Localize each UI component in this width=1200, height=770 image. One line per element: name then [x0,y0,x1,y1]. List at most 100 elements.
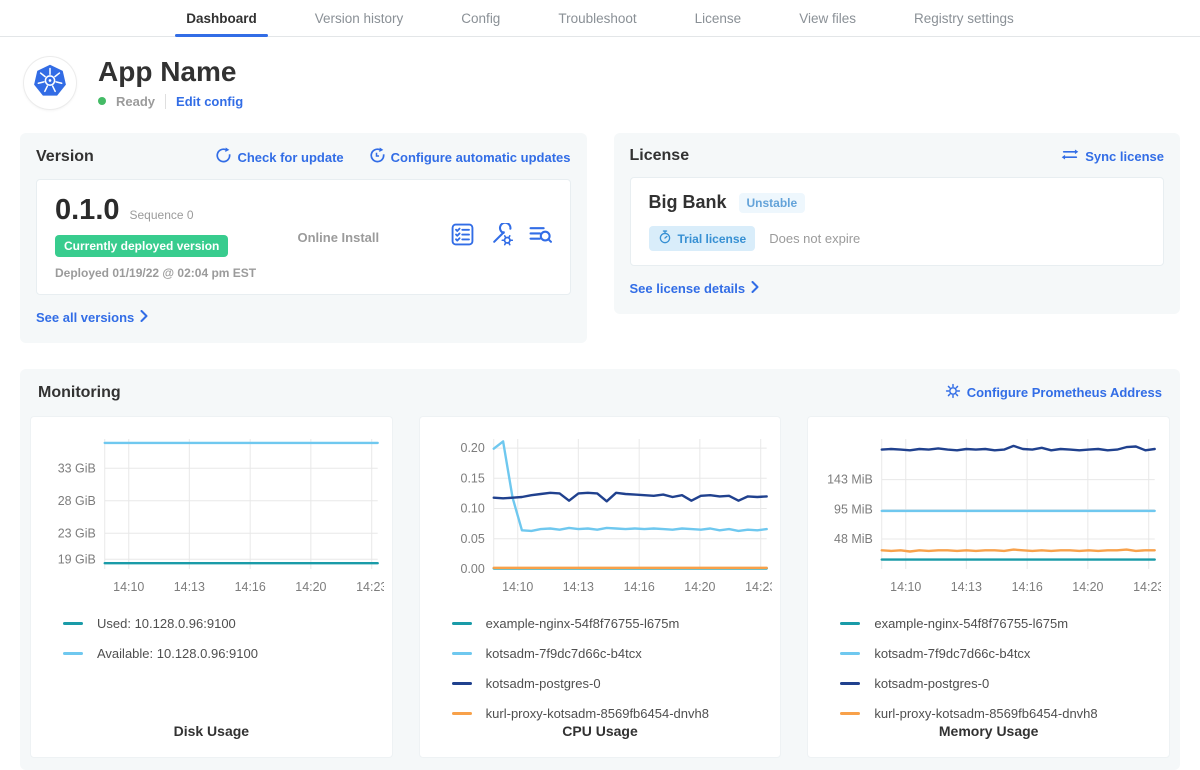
legend-item: kurl-proxy-kotsadm-8569fb6454-dnvh8 [840,706,1161,721]
legend-item: Used: 10.128.0.96:9100 [63,616,384,631]
svg-text:28 GiB: 28 GiB [58,494,96,508]
legend-item: kotsadm-7f9dc7d66c-b4tcx [452,646,773,661]
svg-text:14:10: 14:10 [891,580,922,594]
app-header: App Name Ready Edit config [0,37,1200,125]
license-summary: Big Bank Unstable Trial license Do [630,177,1165,266]
version-card: Version Check for update [20,133,587,343]
svg-text:33 GiB: 33 GiB [58,461,96,475]
series-swatch [452,712,472,715]
configure-prometheus-link[interactable]: Configure Prometheus Address [945,383,1162,402]
tab-version-history[interactable]: Version history [304,0,415,36]
svg-text:23 GiB: 23 GiB [58,526,96,540]
legend-item: kotsadm-postgres-0 [452,676,773,691]
series-swatch [452,682,472,685]
license-name: Big Bank [649,192,727,213]
disk-usage-chart: 33 GiB28 GiB23 GiB19 GiB14:1014:1314:161… [39,429,384,604]
see-license-details-link[interactable]: See license details [630,281,760,296]
license-card: License Sync license Big Bank Unstable [614,133,1181,314]
svg-text:14:16: 14:16 [1012,580,1043,594]
status-badge: Ready [116,94,155,109]
legend-item: kurl-proxy-kotsadm-8569fb6454-dnvh8 [452,706,773,721]
memory-usage-panel: 143 MiB95 MiB48 MiB14:1014:1314:1614:201… [807,416,1170,758]
monitoring-title: Monitoring [38,384,121,402]
svg-text:0.15: 0.15 [460,471,484,485]
memory-usage-chart: 143 MiB95 MiB48 MiB14:1014:1314:1614:201… [816,429,1161,604]
chevron-right-icon [751,281,759,296]
view-logs-icon[interactable] [529,223,552,251]
config-wrench-icon[interactable] [490,223,513,251]
see-all-versions-link[interactable]: See all versions [36,310,148,325]
chart-title: Disk Usage [39,723,384,745]
check-for-update-link[interactable]: Check for update [214,147,343,167]
chart-title: CPU Usage [428,723,773,745]
svg-text:14:20: 14:20 [295,580,326,594]
svg-text:48 MiB: 48 MiB [834,532,873,546]
stopwatch-icon [658,230,672,247]
top-navbar: Dashboard Version history Config Trouble… [0,0,1200,37]
deployed-badge: Currently deployed version [55,235,228,257]
current-version-row: 0.1.0 Sequence 0 Currently deployed vers… [36,179,571,295]
svg-text:143 MiB: 143 MiB [827,473,873,487]
legend-item: example-nginx-54f8f76755-l675m [840,616,1161,631]
svg-text:0.00: 0.00 [460,562,484,576]
chevron-right-icon [140,310,148,325]
edit-config-link[interactable]: Edit config [176,94,243,109]
app-logo [24,57,76,109]
clock-refresh-icon [368,147,385,167]
svg-text:14:10: 14:10 [113,580,144,594]
status-dot [98,97,106,105]
legend-item: Available: 10.128.0.96:9100 [63,646,384,661]
svg-text:14:13: 14:13 [174,580,205,594]
sync-icon [1061,148,1079,164]
legend-item: example-nginx-54f8f76755-l675m [452,616,773,631]
series-swatch [452,652,472,655]
disk-usage-legend: Used: 10.128.0.96:9100 Available: 10.128… [63,616,384,661]
disk-usage-panel: 33 GiB28 GiB23 GiB19 GiB14:1014:1314:161… [30,416,393,758]
monitoring-card: Monitoring Configure Prometheus Address … [20,369,1180,770]
series-swatch [63,652,83,655]
tab-registry-settings[interactable]: Registry settings [903,0,1025,36]
cpu-usage-chart: 0.200.150.100.050.0014:1014:1314:1614:20… [428,429,773,604]
page-title: App Name [98,57,243,88]
tab-view-files[interactable]: View files [788,0,867,36]
tab-troubleshoot[interactable]: Troubleshoot [547,0,647,36]
configure-auto-updates-link[interactable]: Configure automatic updates [368,147,571,167]
tab-config[interactable]: Config [450,0,511,36]
divider [165,94,166,109]
channel-badge: Unstable [739,193,806,213]
series-swatch [840,652,860,655]
sync-license-link[interactable]: Sync license [1061,148,1164,164]
svg-text:14:10: 14:10 [502,580,533,594]
svg-text:14:23: 14:23 [745,580,773,594]
chart-title: Memory Usage [816,723,1161,745]
kubernetes-icon [27,58,73,109]
svg-text:14:13: 14:13 [562,580,593,594]
series-swatch [840,622,860,625]
preflight-checks-icon[interactable] [451,223,474,251]
cpu-usage-legend: example-nginx-54f8f76755-l675m kotsadm-7… [452,616,773,721]
series-swatch [63,622,83,625]
tab-dashboard[interactable]: Dashboard [175,0,268,36]
install-type-label: Online Install [298,230,380,245]
deployed-timestamp: Deployed 01/19/22 @ 02:04 pm EST [55,266,256,280]
svg-text:14:16: 14:16 [235,580,266,594]
expiry-label: Does not expire [769,231,860,246]
version-card-title: Version [36,148,94,166]
series-swatch [840,682,860,685]
legend-item: kotsadm-postgres-0 [840,676,1161,691]
tab-license[interactable]: License [684,0,753,36]
svg-text:14:16: 14:16 [623,580,654,594]
refresh-icon [214,147,231,167]
svg-text:0.05: 0.05 [460,532,484,546]
svg-text:14:20: 14:20 [1073,580,1104,594]
memory-usage-legend: example-nginx-54f8f76755-l675m kotsadm-7… [840,616,1161,721]
gear-icon [945,383,961,402]
sequence-label: Sequence 0 [130,208,194,222]
svg-text:95 MiB: 95 MiB [834,503,873,517]
svg-text:14:23: 14:23 [356,580,384,594]
series-swatch [452,622,472,625]
cpu-usage-panel: 0.200.150.100.050.0014:1014:1314:1614:20… [419,416,782,758]
svg-text:14:20: 14:20 [684,580,715,594]
legend-item: kotsadm-7f9dc7d66c-b4tcx [840,646,1161,661]
svg-text:14:23: 14:23 [1133,580,1161,594]
